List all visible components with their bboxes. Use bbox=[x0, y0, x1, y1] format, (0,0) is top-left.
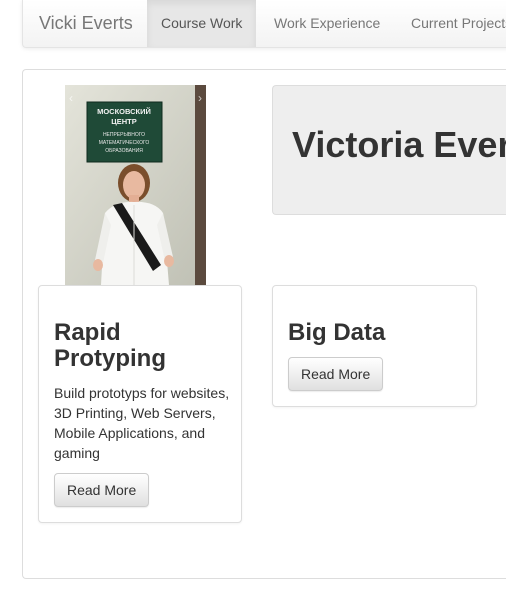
read-more-button[interactable]: Read More bbox=[288, 357, 384, 391]
sign-line-1: МОСКОВСКИЙ bbox=[97, 107, 151, 116]
page-title: Victoria Everts bbox=[292, 124, 506, 165]
card-rapid-prototyping: Rapid Protyping Build prototyps for webs… bbox=[38, 285, 242, 523]
nav-item-course-work[interactable]: Course Work bbox=[147, 0, 257, 47]
card-description: Build prototyps for websites, 3D Printin… bbox=[54, 385, 230, 461]
nav-item-work-experience[interactable]: Work Experience bbox=[260, 0, 394, 47]
nav-item-current-projects[interactable]: Current Projects bbox=[397, 0, 506, 47]
card-title: Big Data bbox=[288, 319, 386, 346]
sign-line-5: ОБРАЗОВАНИЯ bbox=[105, 148, 143, 154]
chevron-right-icon[interactable]: › bbox=[198, 91, 202, 105]
card-title: Rapid Protyping bbox=[54, 319, 166, 372]
jumbotron: Victoria Everts bbox=[272, 85, 506, 215]
card-big-data: Big Data Read More bbox=[272, 285, 477, 407]
sign-line-4: МАТЕМАТИЧЕСКОГО bbox=[99, 140, 150, 146]
chevron-left-icon[interactable]: ‹ bbox=[69, 91, 73, 105]
navbar-brand[interactable]: Vicki Everts bbox=[39, 13, 133, 34]
profile-photo: МОСКОВСКИЙ ЦЕНТР НЕПРЕРЫВНОГО МАТЕМАТИЧЕ… bbox=[65, 85, 206, 285]
sign-line-2: ЦЕНТР bbox=[111, 117, 136, 126]
top-navbar: Vicki Everts Course Work Work Experience… bbox=[22, 0, 506, 48]
sign-line-3: НЕПРЕРЫВНОГО bbox=[103, 132, 145, 138]
read-more-button[interactable]: Read More bbox=[54, 473, 150, 507]
